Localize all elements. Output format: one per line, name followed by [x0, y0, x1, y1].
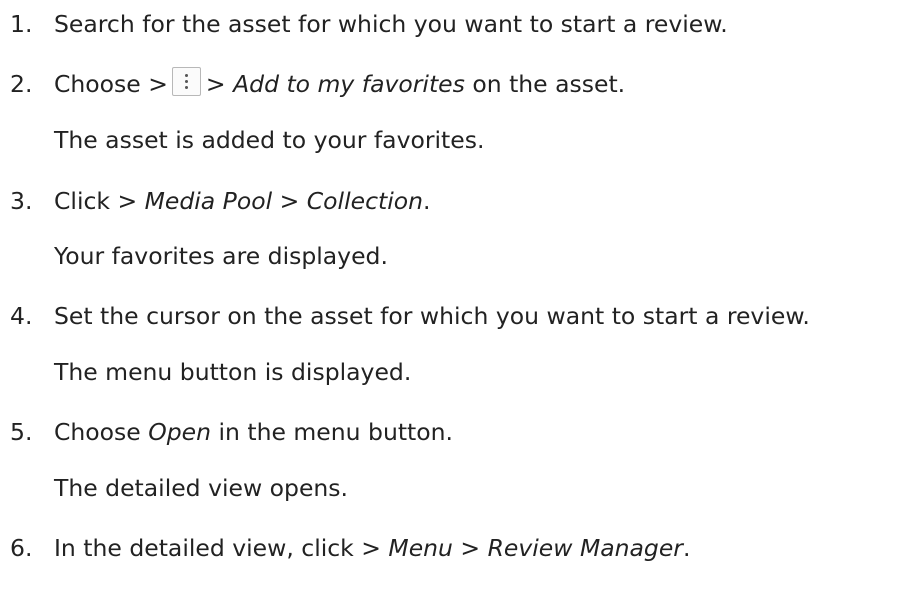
step-number: 2.: [10, 70, 33, 98]
step-text: Set the cursor on the asset for which yo…: [54, 302, 810, 330]
step-text-suffix: .: [682, 534, 691, 562]
step-text-prefix: In the detailed view, click: [54, 534, 362, 562]
step-1: 1. Search for the asset for which you wan…: [10, 4, 728, 44]
step-text-prefix: Click: [54, 187, 118, 215]
step-menu-path: > Media Pool > Collection: [117, 187, 424, 215]
step-text-suffix: .: [423, 187, 431, 215]
step-number: 5.: [10, 418, 33, 446]
step-number: 4.: [10, 302, 33, 330]
step-2-result: The asset is added to your favorites.: [54, 126, 485, 154]
step-text-prefix: Choose: [54, 418, 149, 446]
step-text-suffix: in the menu button.: [211, 418, 454, 446]
step-text-suffix: on the asset.: [464, 70, 626, 98]
step-text-prefix: Choose >: [54, 70, 168, 98]
step-2: 2. Choose > > Add to my favorites on the a…: [10, 64, 625, 104]
step-5: 5. Choose Open in the menu button.: [10, 412, 453, 452]
step-number: 3.: [10, 187, 33, 215]
step-text: Search for the asset for which you want …: [54, 10, 728, 38]
step-number: 6.: [10, 534, 33, 562]
step-menu-path: > Menu > Review Manager: [361, 534, 683, 562]
step-6: 6. In the detailed view, click > Menu > R…: [10, 528, 690, 568]
step-5-result: The detailed view opens.: [54, 474, 349, 502]
step-3: 3. Click > Media Pool > Collection.: [10, 181, 431, 221]
more-vertical-icon: [171, 67, 201, 96]
step-3-result: Your favorites are displayed.: [54, 242, 388, 270]
step-number: 1.: [10, 10, 33, 38]
step-4: 4. Set the cursor on the asset for which …: [10, 296, 810, 336]
step-menu-path: > Add to my favorites: [205, 70, 465, 98]
step-menu-path: Open: [148, 418, 212, 446]
step-4-result: The menu button is displayed.: [54, 358, 412, 386]
